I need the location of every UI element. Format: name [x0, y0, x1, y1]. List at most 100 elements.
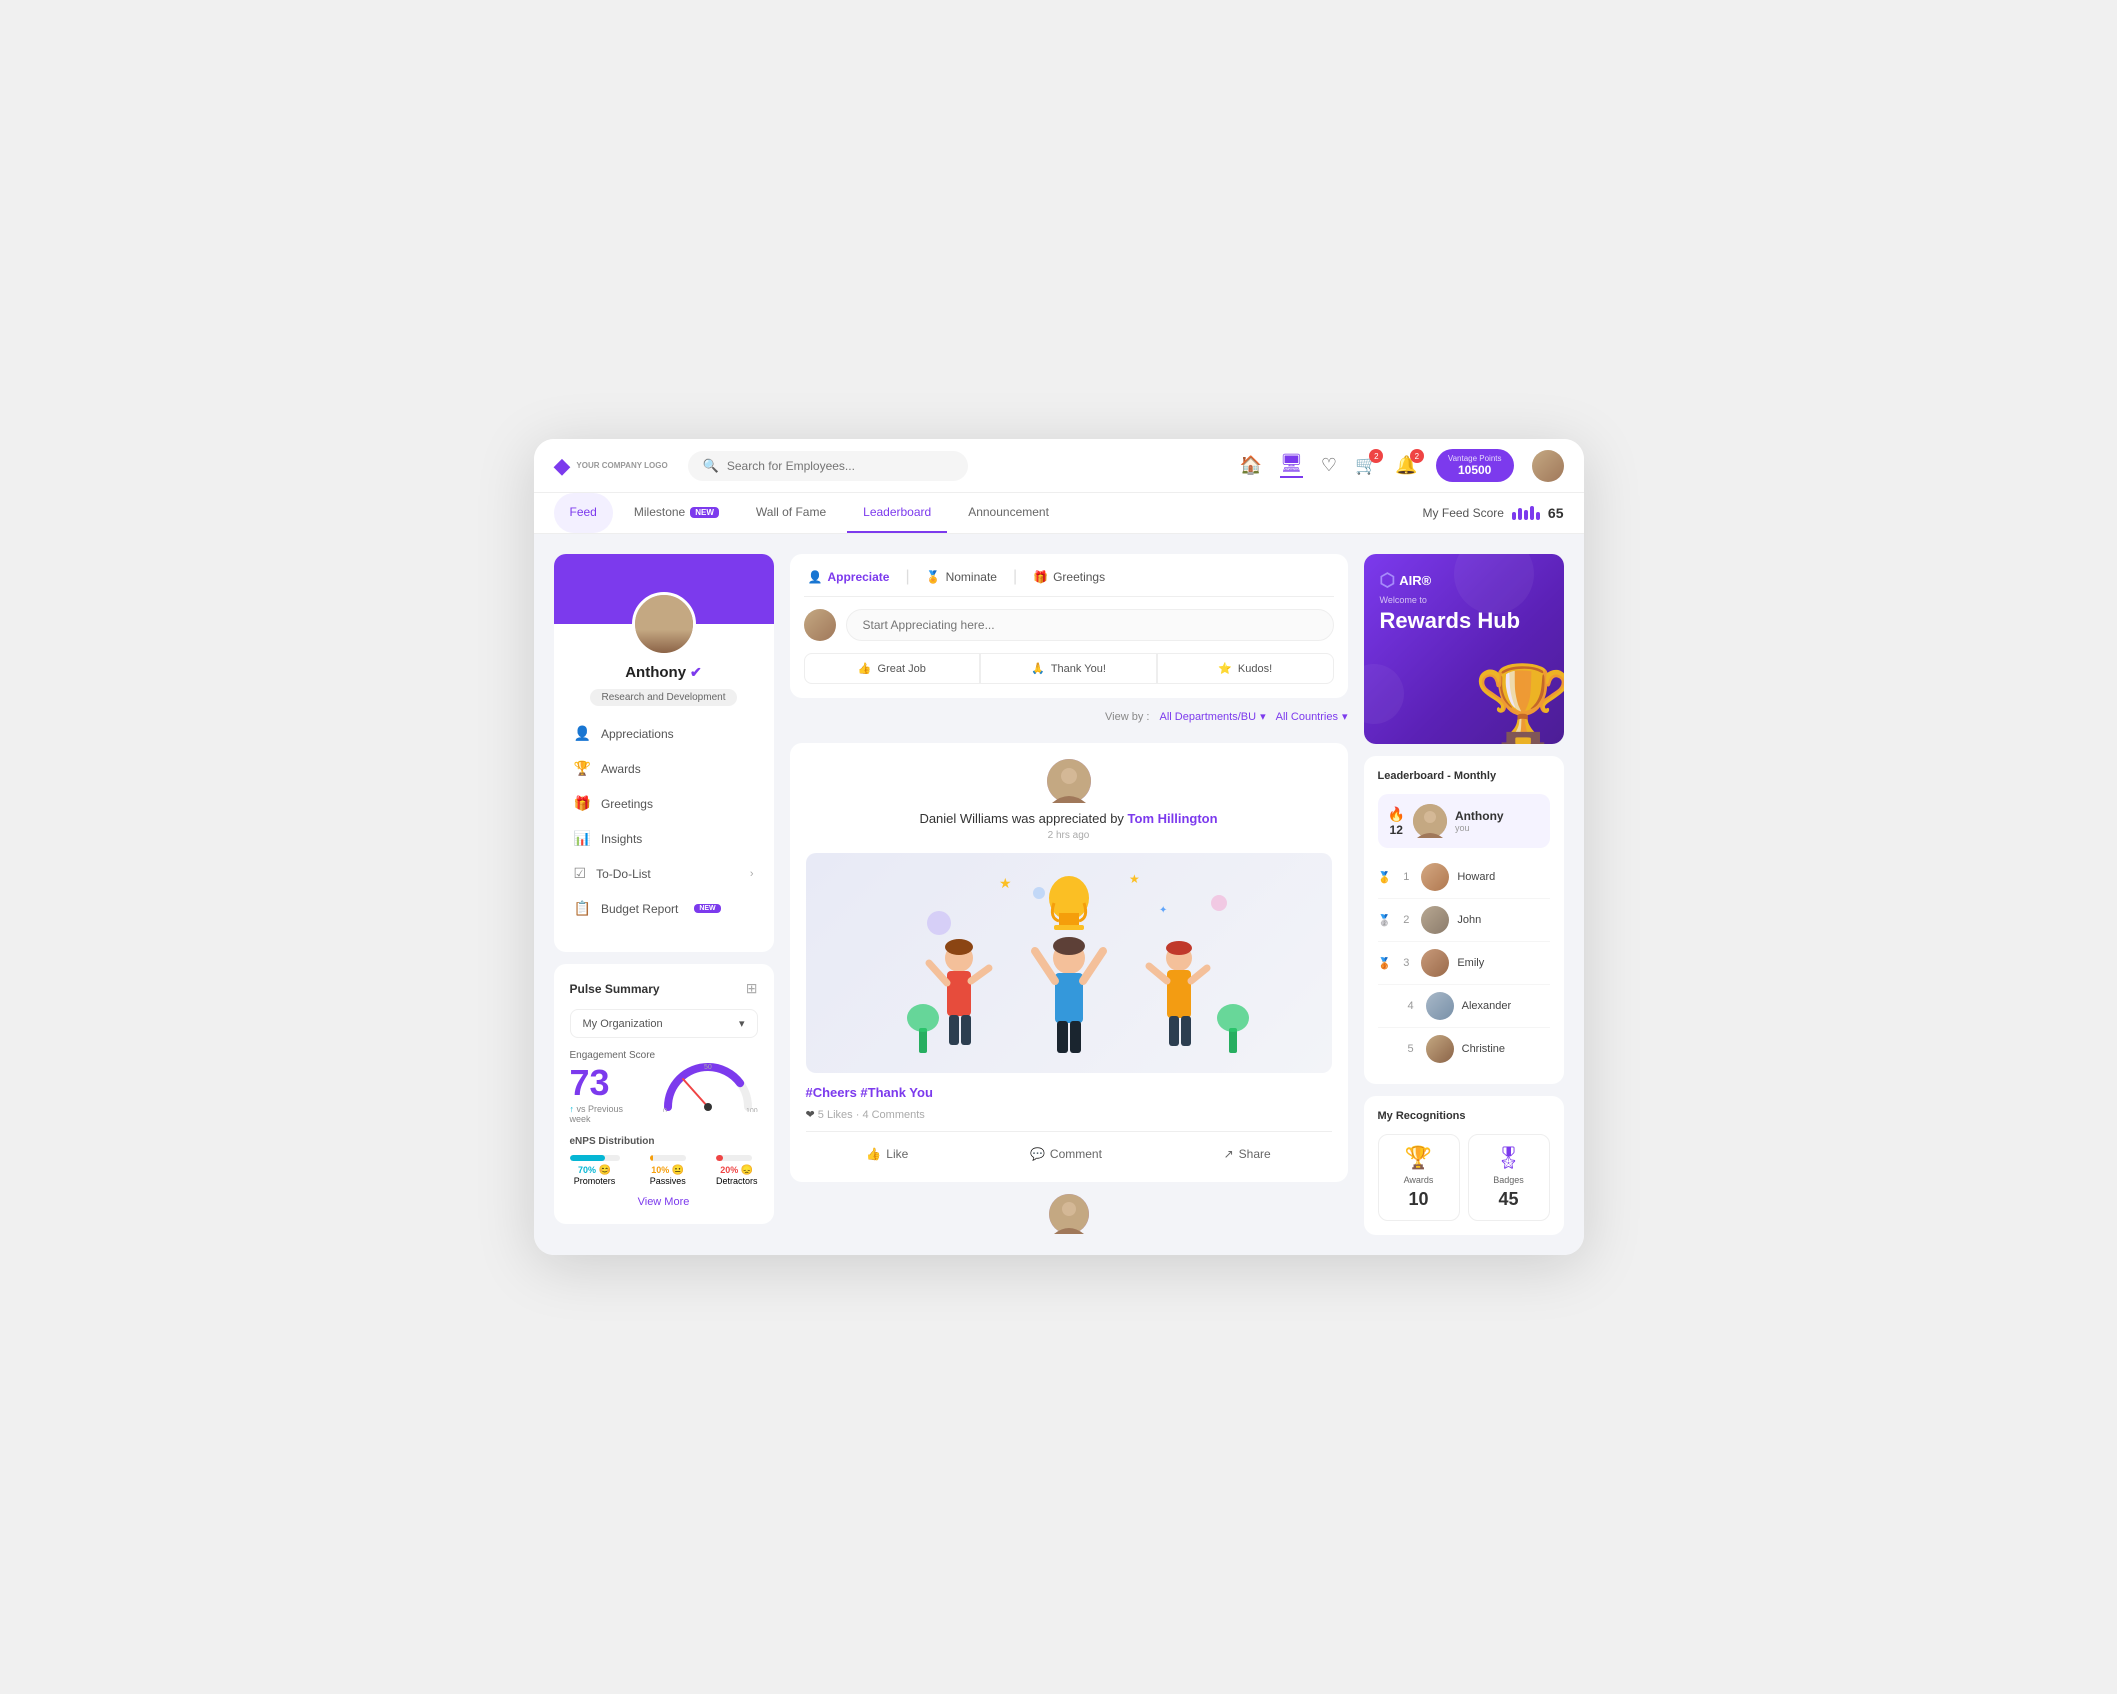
user-avatar[interactable]	[1532, 450, 1564, 482]
lb-item-3: 🥉 3 Emily	[1378, 942, 1550, 985]
bronze-medal-icon: 🥉	[1378, 957, 1392, 970]
sidebar-item-insights[interactable]: 📊 Insights	[554, 821, 774, 856]
center-feed: 👤 Appreciate | 🏅 Nominate | 🎁 Greetings	[790, 554, 1348, 1235]
lb-name-2: John	[1457, 914, 1481, 926]
vantage-value: 10500	[1458, 463, 1491, 477]
search-input[interactable]	[727, 459, 953, 473]
lb-item-1: 🥇 1 Howard	[1378, 856, 1550, 899]
tab-divider-1: |	[905, 568, 909, 586]
countries-filter[interactable]: All Countries ▾	[1276, 710, 1348, 723]
engagement-section: Engagement Score 73 ↑ vs Previous week	[570, 1050, 758, 1124]
logo: ◆ YOUR COMPANY LOGO	[554, 453, 668, 479]
kudos-button[interactable]: ⭐ Kudos!	[1157, 653, 1334, 684]
next-post-hint	[790, 1194, 1348, 1234]
gauge: 0 50 100	[658, 1057, 758, 1112]
score-bar-4	[1530, 506, 1534, 520]
tab-announcement[interactable]: Announcement	[952, 493, 1065, 533]
search-icon: 🔍	[703, 458, 719, 474]
sidebar-item-todo[interactable]: ☑ To-Do-List ›	[554, 856, 774, 891]
badges-rec-count: 45	[1498, 1189, 1518, 1210]
tab-leaderboard[interactable]: Leaderboard	[847, 493, 947, 533]
star-icon: ⭐	[1218, 662, 1232, 675]
notification-button[interactable]: 🔔 2	[1395, 455, 1417, 476]
monitor-button[interactable]: 🖥	[1280, 453, 1303, 478]
like-button[interactable]: 👍 Like	[856, 1142, 918, 1166]
post-meta: ❤ 5 Likes · 4 Comments	[806, 1108, 1332, 1121]
pulse-header: Pulse Summary ⊞	[570, 980, 758, 997]
left-sidebar: Anthony ✔ Research and Development 👤 App…	[554, 554, 774, 1235]
svg-text:★: ★	[1129, 872, 1140, 886]
next-post-avatar	[1049, 1194, 1089, 1234]
view-more-button[interactable]: View More	[570, 1196, 758, 1208]
detractors-label: Detractors	[716, 1176, 758, 1186]
share-button[interactable]: ↗ Share	[1214, 1142, 1281, 1166]
detractors-pct: 20%	[720, 1165, 738, 1175]
department-filter[interactable]: All Departments/BU ▾	[1159, 710, 1265, 723]
svg-text:✦: ✦	[1159, 905, 1167, 916]
great-job-button[interactable]: 👍 Great Job	[804, 653, 981, 684]
tab-wall-of-fame[interactable]: Wall of Fame	[740, 493, 842, 533]
lb-first-rank: 🔥 12	[1388, 806, 1405, 837]
tab-nominate[interactable]: 🏅 Nominate	[922, 568, 1001, 586]
tab-divider-2: |	[1013, 568, 1017, 586]
engagement-score: 73	[570, 1065, 642, 1101]
tab-milestone[interactable]: Milestone NEW	[618, 493, 735, 533]
cart-button[interactable]: 🛒 2	[1355, 455, 1377, 476]
sidebar-item-budget[interactable]: 📋 Budget Report NEW	[554, 891, 774, 926]
gold-medal-icon: 🥇	[1378, 871, 1392, 884]
enps-stats: 70% 😊 Promoters 10% 😐	[570, 1155, 758, 1186]
gauge-svg: 0 50 100	[658, 1057, 758, 1112]
view-by-row: View by : All Departments/BU ▾ All Count…	[790, 710, 1348, 723]
profile-avatar	[632, 592, 696, 656]
profile-name: Anthony ✔	[570, 664, 758, 681]
lb-avatar-3	[1421, 949, 1449, 977]
pulse-settings-icon[interactable]: ⊞	[746, 980, 758, 997]
cart-badge: 2	[1369, 449, 1383, 463]
passives-emoji: 😐	[672, 1165, 684, 1176]
profile-avatar-face	[635, 595, 693, 653]
lb-name-4: Alexander	[1462, 1000, 1512, 1012]
sidebar-item-label: Insights	[601, 832, 642, 846]
badges-rec-icon: 🎖	[1495, 1145, 1523, 1171]
heart-button[interactable]: ♡	[1321, 455, 1337, 476]
post-input-row	[804, 609, 1334, 641]
sidebar-item-appreciations[interactable]: 👤 Appreciations	[554, 716, 774, 751]
vantage-points[interactable]: Vantage Points 10500	[1436, 449, 1514, 482]
passives-pct: 10%	[651, 1165, 669, 1175]
profile-banner	[554, 554, 774, 624]
awards-rec-icon: 🏆	[1405, 1145, 1432, 1171]
lb-name-1: Howard	[1457, 871, 1495, 883]
quick-actions: 👍 Great Job 🙏 Thank You! ⭐ Kudos!	[804, 653, 1334, 684]
sidebar-item-awards[interactable]: 🏆 Awards	[554, 751, 774, 786]
sidebar-item-greetings[interactable]: 🎁 Greetings	[554, 786, 774, 821]
share-icon: ↗	[1224, 1147, 1234, 1161]
score-bar-2	[1518, 508, 1522, 520]
post-description: Daniel Williams was appreciated by Tom H…	[806, 811, 1332, 826]
org-selector[interactable]: My Organization ▾	[570, 1009, 758, 1038]
greetings-icon: 🎁	[574, 795, 591, 812]
tab-appreciate[interactable]: 👤 Appreciate	[804, 568, 894, 586]
feed-score-label: My Feed Score	[1423, 506, 1504, 520]
detractors-stat: 20% 😞 Detractors	[716, 1155, 758, 1186]
header: ◆ YOUR COMPANY LOGO 🔍 🏠 🖥 ♡ 🛒 2 🔔 2 Vant…	[534, 439, 1584, 493]
post-input[interactable]	[846, 609, 1334, 641]
search-bar[interactable]: 🔍	[688, 451, 968, 481]
appreciate-icon: 👤	[808, 570, 823, 584]
appreciated-by-link[interactable]: Tom Hillington	[1128, 811, 1218, 826]
rewards-title: Rewards Hub	[1380, 609, 1548, 633]
score-bar-5	[1536, 512, 1540, 520]
lb-item-5: 5 Christine	[1378, 1028, 1550, 1070]
tab-greetings[interactable]: 🎁 Greetings	[1029, 568, 1109, 586]
pulse-card: Pulse Summary ⊞ My Organization ▾ Engage…	[554, 964, 774, 1224]
thank-you-button[interactable]: 🙏 Thank You!	[980, 653, 1157, 684]
insights-icon: 📊	[574, 830, 591, 847]
post-time: 2 hrs ago	[806, 830, 1332, 841]
tab-feed[interactable]: Feed	[554, 493, 613, 533]
sidebar-item-label: Budget Report	[601, 902, 678, 916]
profile-department: Research and Development	[590, 689, 738, 706]
pray-icon: 🙏	[1031, 662, 1045, 675]
comment-button[interactable]: 💬 Comment	[1020, 1142, 1112, 1166]
sidebar-item-label: Greetings	[601, 797, 653, 811]
home-button[interactable]: 🏠	[1240, 455, 1262, 476]
svg-text:0: 0	[663, 1108, 667, 1112]
